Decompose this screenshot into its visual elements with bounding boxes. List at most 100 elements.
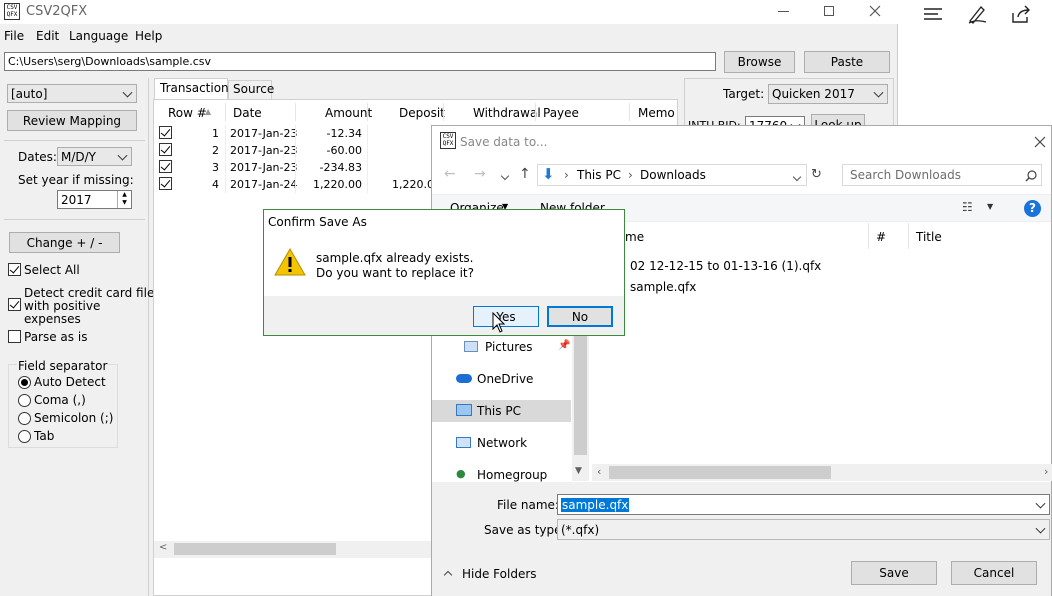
share-icon[interactable] xyxy=(1010,3,1032,25)
search-downloads-input[interactable]: Search Downloads xyxy=(842,164,1042,186)
breadcrumb-separator: › xyxy=(628,168,633,182)
column-divider xyxy=(908,223,909,249)
recent-locations-icon[interactable] xyxy=(500,168,510,182)
date-format-select[interactable]: M/D/Y xyxy=(57,147,132,166)
chevron-down-icon[interactable] xyxy=(1035,498,1046,509)
file-path-input[interactable]: C:\Users\serg\Downloads\sample.csv xyxy=(4,52,716,71)
no-button[interactable]: No xyxy=(547,306,613,327)
breadcrumb-this-pc[interactable]: This PC xyxy=(577,168,621,182)
cloud-icon xyxy=(456,374,472,383)
mapping-select[interactable]: [auto] xyxy=(7,84,137,103)
file-list: me # Title 02 12-12-15 to 01-13-16 (1).q… xyxy=(590,223,1052,481)
save-button[interactable]: Save xyxy=(851,561,937,585)
maximize-button[interactable] xyxy=(814,0,844,24)
pictures-icon xyxy=(464,341,478,352)
col-memo[interactable]: Memo xyxy=(638,106,675,120)
save-as-type-select[interactable]: (*.qfx) xyxy=(557,519,1050,540)
col-payee[interactable]: Payee xyxy=(543,106,579,120)
title-bar: CSV QFX CSV2QFX xyxy=(0,0,898,24)
nav-item-this-pc[interactable]: This PC xyxy=(432,400,571,422)
nav-item-onedrive[interactable]: OneDrive xyxy=(432,369,572,391)
cancel-button[interactable]: Cancel xyxy=(951,561,1037,585)
col-withdrawal[interactable]: Withdrawal xyxy=(473,106,541,120)
radio-coma[interactable] xyxy=(18,394,31,407)
warning-icon xyxy=(274,247,306,276)
year-input[interactable]: 2017 ▲ ▼ xyxy=(57,190,132,209)
nav-item-network[interactable]: Network xyxy=(432,432,572,454)
tab-transactions[interactable]: Transactions xyxy=(154,78,235,99)
column-grid-line xyxy=(367,125,368,193)
file-item[interactable]: sample.qfx xyxy=(630,280,696,294)
save-dialog: CSV QFX Save data to... ← → ↑ ⬇ › This P… xyxy=(431,125,1052,596)
change-sign-button[interactable]: Change + / - xyxy=(9,232,120,253)
tab-source[interactable]: Source xyxy=(228,80,274,99)
nav-item-homegroup[interactable]: ● Homegroup xyxy=(432,464,572,482)
review-mapping-button[interactable]: Review Mapping xyxy=(7,110,137,131)
minimize-button[interactable] xyxy=(770,0,800,24)
menu-icon[interactable] xyxy=(922,6,944,22)
view-options-icon[interactable]: ☷ xyxy=(962,200,973,214)
column-divider xyxy=(295,103,296,121)
col-deposit[interactable]: Deposit xyxy=(399,106,445,120)
menu-help[interactable]: Help xyxy=(135,29,162,43)
target-label: Target: xyxy=(723,87,765,101)
nav-item-pictures[interactable]: Pictures 📌 xyxy=(432,337,572,359)
scrollbar-thumb[interactable] xyxy=(609,466,831,479)
scrollbar-thumb[interactable] xyxy=(174,543,336,555)
year-spinner[interactable]: ▲ ▼ xyxy=(117,191,131,208)
yes-button[interactable]: Yes xyxy=(473,306,539,327)
menu-edit[interactable]: Edit xyxy=(36,29,59,43)
scroll-left-icon[interactable]: ‹ xyxy=(597,465,601,478)
file-list-horizontal-scrollbar[interactable]: ‹ › xyxy=(592,464,1052,481)
col-amount[interactable]: Amount xyxy=(325,106,372,120)
row-checkbox[interactable] xyxy=(159,177,172,190)
file-name-input[interactable]: sample.qfx xyxy=(557,494,1050,515)
chevron-down-icon[interactable] xyxy=(792,169,802,183)
col-date[interactable]: Date xyxy=(233,106,262,120)
col-name[interactable]: me xyxy=(625,230,644,244)
refresh-icon[interactable]: ↻ xyxy=(806,164,826,186)
browse-button[interactable]: Browse xyxy=(724,51,795,73)
radio-auto-detect[interactable] xyxy=(18,376,31,389)
parse-as-is-checkbox[interactable] xyxy=(8,330,21,343)
col-title[interactable]: Title xyxy=(916,230,942,244)
scroll-right-icon[interactable]: › xyxy=(1044,465,1048,478)
col-row[interactable]: Row # xyxy=(168,106,207,120)
row-amount: 1,220.00 xyxy=(313,178,362,191)
breadcrumb-downloads[interactable]: Downloads xyxy=(640,168,706,182)
address-bar[interactable]: ⬇ › This PC › Downloads ↻ xyxy=(537,164,822,186)
chevron-down-icon xyxy=(122,87,133,98)
scroll-left-icon[interactable]: < xyxy=(159,542,167,553)
col-number[interactable]: # xyxy=(876,230,886,244)
close-button[interactable] xyxy=(860,0,890,24)
row-checkbox[interactable] xyxy=(159,126,172,139)
row-number: 1 xyxy=(212,127,219,140)
target-select[interactable]: Quicken 2017 xyxy=(768,84,888,104)
radio-semicolon[interactable] xyxy=(18,412,31,425)
row-number: 2 xyxy=(212,144,219,157)
file-item[interactable]: 02 12-12-15 to 01-13-16 (1).qfx xyxy=(630,259,821,273)
column-divider xyxy=(535,103,536,121)
help-icon[interactable]: ? xyxy=(1024,200,1041,217)
horizontal-scrollbar[interactable]: < xyxy=(154,541,434,558)
hide-folders-toggle[interactable]: Hide Folders xyxy=(442,566,552,584)
set-year-label: Set year if missing: xyxy=(18,173,134,187)
detect-credit-checkbox[interactable] xyxy=(8,298,21,311)
forward-arrow-icon[interactable]: → xyxy=(474,166,486,182)
back-arrow-icon[interactable]: ← xyxy=(444,166,456,182)
detect-credit-label: Detect credit card file xyxy=(24,286,155,300)
menu-language[interactable]: Language xyxy=(69,29,128,43)
row-checkbox[interactable] xyxy=(159,160,172,173)
pen-icon[interactable] xyxy=(966,3,988,25)
select-all-checkbox[interactable] xyxy=(8,263,21,276)
caret-down-icon[interactable]: ▼ xyxy=(987,202,993,211)
table-header: Row # ▲ Date Amount Deposit Withdrawal P… xyxy=(154,100,679,124)
radio-tab[interactable] xyxy=(18,430,31,443)
paste-button[interactable]: Paste xyxy=(804,51,890,73)
save-dialog-title: Save data to... xyxy=(460,135,548,149)
close-icon[interactable] xyxy=(1034,136,1046,148)
up-arrow-icon[interactable]: ↑ xyxy=(519,166,531,182)
menu-file[interactable]: File xyxy=(4,29,24,43)
row-checkbox[interactable] xyxy=(159,143,172,156)
scroll-down-icon[interactable]: ▼ xyxy=(575,466,582,476)
